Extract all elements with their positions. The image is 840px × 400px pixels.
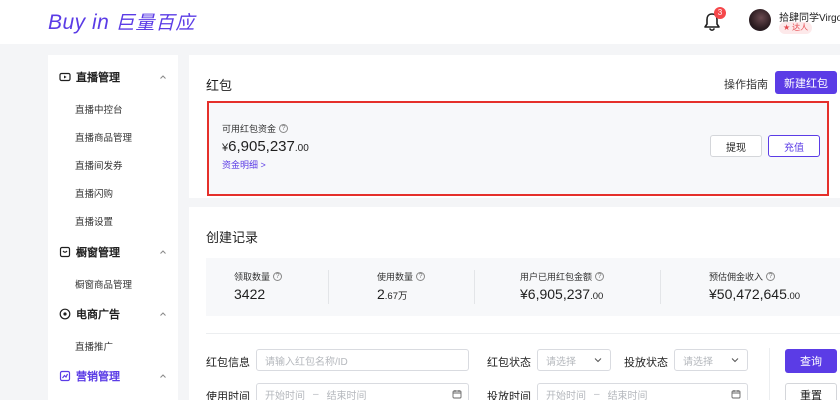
range-separator: – bbox=[313, 388, 319, 400]
sidebar-section-marketing[interactable]: 营销管理 bbox=[48, 363, 178, 389]
use-time-range-picker[interactable]: 开始时间 – 结束时间 bbox=[256, 383, 469, 400]
create-red-packet-button[interactable]: 新建红包 bbox=[775, 71, 837, 94]
user-role-tag: ★ 达人 bbox=[779, 22, 813, 34]
stat-value-small: .00 bbox=[590, 291, 604, 302]
sidebar-item-live-console[interactable]: 直播中控台 bbox=[75, 102, 123, 116]
fund-detail-link[interactable]: 资金明细 > bbox=[222, 158, 266, 171]
stat-used-amount-value: ¥6,905,237.00 bbox=[520, 286, 603, 302]
shop-window-icon bbox=[59, 246, 71, 258]
stat-commission-value: ¥50,472,645.00 bbox=[709, 286, 800, 302]
recharge-button[interactable]: 充值 bbox=[768, 135, 820, 157]
stat-value-small: .67万 bbox=[384, 291, 408, 302]
top-bar: Buy in 巨量百应 3 拾肆同学Virgo ★ 达人 bbox=[0, 0, 840, 44]
release-status-select[interactable]: 请选择 bbox=[674, 349, 748, 371]
stat-value-main: 3422 bbox=[234, 286, 266, 302]
help-icon[interactable]: ? bbox=[595, 272, 605, 281]
stat-claimed-value: 3422 bbox=[234, 286, 265, 302]
records-title: 创建记录 bbox=[206, 230, 259, 245]
sidebar-section-label: 直播管理 bbox=[76, 72, 120, 84]
reset-button[interactable]: 重置 bbox=[785, 383, 837, 400]
stat-value-main: ¥50,472,645 bbox=[709, 286, 787, 302]
filter-status-label: 红包状态 bbox=[487, 357, 531, 369]
operation-guide-link[interactable]: 操作指南 bbox=[724, 76, 768, 92]
release-time-range-picker[interactable]: 开始时间 – 结束时间 bbox=[537, 383, 748, 400]
select-placeholder: 请选择 bbox=[683, 356, 713, 368]
range-separator: – bbox=[594, 388, 600, 400]
end-time-placeholder: 结束时间 bbox=[326, 390, 367, 400]
buyin-logo[interactable]: Buy in 巨量百应 bbox=[48, 8, 195, 34]
start-time-placeholder: 开始时间 bbox=[265, 390, 305, 400]
chevron-up-icon bbox=[160, 312, 166, 316]
chevron-up-icon bbox=[160, 250, 166, 254]
stat-divider bbox=[328, 270, 329, 304]
red-packet-search-input[interactable]: 请输入红包名称/ID bbox=[256, 349, 469, 371]
chevron-up-icon bbox=[160, 75, 166, 79]
help-icon[interactable]: ? bbox=[416, 272, 426, 281]
help-icon[interactable]: ? bbox=[273, 272, 283, 281]
ads-icon bbox=[59, 308, 71, 320]
start-time-placeholder: 开始时间 bbox=[546, 390, 586, 400]
stat-label-text: 领取数量 bbox=[234, 272, 271, 282]
red-packet-status-select[interactable]: 请选择 bbox=[537, 349, 611, 371]
live-video-icon bbox=[59, 72, 71, 82]
sidebar-section-ads[interactable]: 电商广告 bbox=[48, 301, 178, 327]
sidebar-section-live[interactable]: 直播管理 bbox=[48, 64, 178, 90]
sidebar-item-live-settings[interactable]: 直播设置 bbox=[75, 214, 113, 228]
chevron-down-icon bbox=[731, 358, 739, 363]
select-placeholder: 请选择 bbox=[546, 356, 576, 368]
filter-release-time-label: 投放时间 bbox=[487, 391, 531, 400]
stat-used-label: 使用数量? bbox=[377, 270, 426, 283]
fund-amount-decimal: .00 bbox=[294, 143, 309, 154]
available-fund-label: 可用红包资金 ? bbox=[222, 122, 289, 135]
sidebar-section-window[interactable]: 橱窗管理 bbox=[48, 239, 178, 265]
logo-text-cn: 巨量百应 bbox=[115, 13, 196, 34]
calendar-icon bbox=[731, 390, 741, 399]
help-icon[interactable]: ? bbox=[766, 272, 776, 281]
sidebar-section-label: 营销管理 bbox=[76, 371, 120, 383]
stat-commission-label: 预估佣金收入? bbox=[709, 270, 776, 283]
notification-badge: 3 bbox=[714, 7, 726, 19]
user-role-label: 达人 bbox=[792, 23, 809, 32]
stat-value-small: .00 bbox=[786, 291, 801, 302]
page-title: 红包 bbox=[206, 78, 233, 93]
stat-label-text: 用户已用红包金额 bbox=[520, 272, 593, 282]
sidebar-section-label: 电商广告 bbox=[76, 309, 120, 321]
sidebar-item-flash-sale[interactable]: 直播闪购 bbox=[75, 186, 113, 200]
fund-amount-integer: 6,905,237 bbox=[228, 138, 295, 155]
filter-release-label: 投放状态 bbox=[624, 357, 668, 369]
filter-use-time-label: 使用时间 bbox=[206, 391, 250, 400]
input-placeholder: 请输入红包名称/ID bbox=[265, 356, 348, 368]
sidebar-item-live-promotion[interactable]: 直播推广 bbox=[75, 339, 113, 353]
avatar[interactable] bbox=[749, 9, 771, 31]
help-icon[interactable]: ? bbox=[279, 124, 289, 133]
section-divider bbox=[206, 333, 840, 334]
stat-label-text: 预估佣金收入 bbox=[709, 272, 764, 282]
stat-value-main: ¥6,905,237 bbox=[520, 286, 591, 302]
stat-used-value: 2.67万 bbox=[377, 286, 408, 302]
sidebar-item-live-products[interactable]: 直播商品管理 bbox=[75, 130, 132, 144]
chevron-up-icon bbox=[160, 374, 166, 378]
calendar-icon bbox=[452, 390, 462, 399]
stat-divider bbox=[660, 270, 661, 304]
stat-label-text: 使用数量 bbox=[377, 272, 414, 282]
marketing-icon bbox=[59, 370, 71, 382]
withdraw-button[interactable]: 提现 bbox=[710, 135, 762, 157]
available-fund-text: 可用红包资金 bbox=[222, 124, 277, 134]
stat-value-main: 2 bbox=[377, 286, 385, 302]
star-icon: ★ bbox=[783, 23, 791, 32]
available-fund-amount: ¥6,905,237.00 bbox=[222, 138, 309, 155]
filter-divider bbox=[769, 348, 770, 400]
sidebar-section-label: 橱窗管理 bbox=[76, 247, 120, 259]
filter-name-label: 红包信息 bbox=[206, 357, 250, 369]
sidebar-item-window-products[interactable]: 橱窗商品管理 bbox=[75, 277, 132, 291]
query-button[interactable]: 查询 bbox=[785, 349, 837, 373]
logo-text-en: Buy in bbox=[48, 11, 110, 34]
stat-claimed-label: 领取数量? bbox=[234, 270, 283, 283]
stat-used-amount-label: 用户已用红包金额? bbox=[520, 270, 605, 283]
stat-divider bbox=[474, 270, 475, 304]
sidebar-item-live-coupons[interactable]: 直播间发券 bbox=[75, 158, 123, 172]
chevron-down-icon bbox=[594, 358, 602, 363]
end-time-placeholder: 结束时间 bbox=[607, 390, 648, 400]
